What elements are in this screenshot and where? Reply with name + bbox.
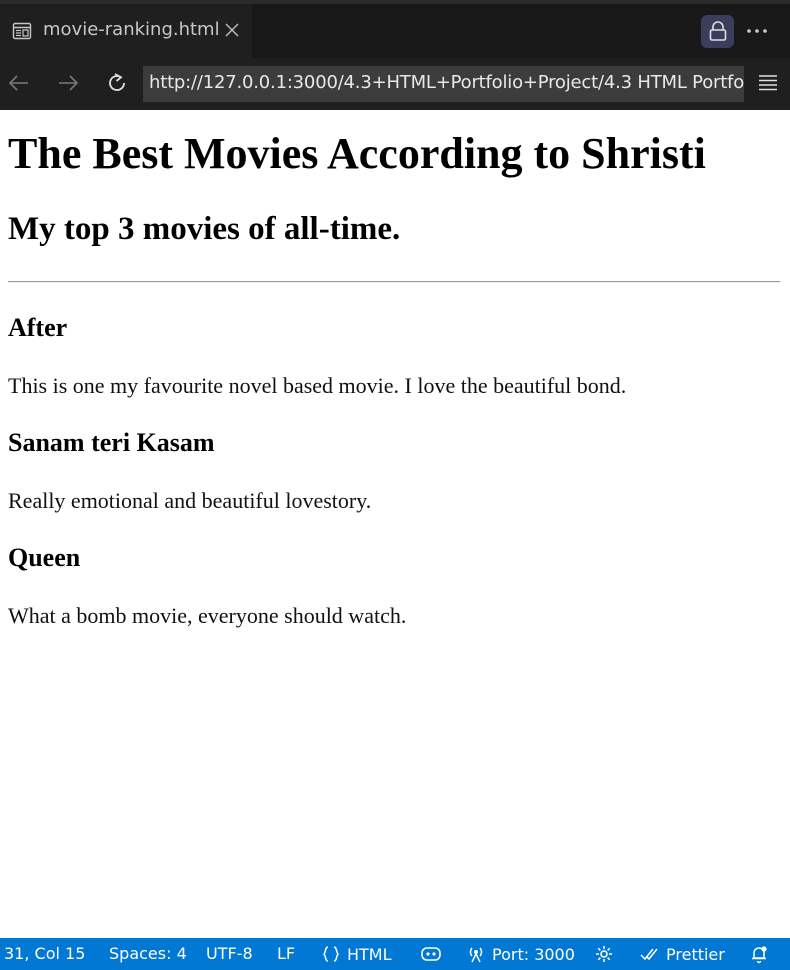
movie-title: Sanam teri Kasam bbox=[8, 428, 215, 457]
back-arrow-icon[interactable] bbox=[6, 70, 32, 96]
page-content: The Best Movies According to Shristi My … bbox=[0, 110, 790, 938]
url-text: http://127.0.0.1:3000/4.3+HTML+Portfolio… bbox=[149, 72, 744, 93]
indentation-label: Spaces: 4 bbox=[109, 944, 187, 963]
prettier-label: Prettier bbox=[666, 944, 725, 964]
notifications-button[interactable] bbox=[749, 944, 775, 964]
encoding-label: UTF-8 bbox=[206, 944, 253, 963]
page-title: The Best Movies According to Shristi bbox=[8, 129, 706, 178]
movie-title: Queen bbox=[8, 543, 81, 572]
close-icon[interactable] bbox=[222, 20, 242, 40]
status-bar: 31, Col 15 Spaces: 4 UTF-8 LF HTML Port:… bbox=[0, 938, 790, 970]
tab-bar: movie-ranking.html bbox=[0, 0, 790, 58]
movie-description: This is one my favourite novel based mov… bbox=[8, 373, 627, 398]
divider bbox=[8, 281, 780, 283]
page-subtitle: My top 3 movies of all-time. bbox=[8, 211, 401, 247]
double-check-icon bbox=[640, 948, 658, 961]
movie-description: What a bomb movie, everyone should watch… bbox=[8, 603, 407, 628]
reload-icon[interactable] bbox=[104, 70, 130, 96]
bell-icon bbox=[752, 946, 767, 964]
indentation-status[interactable]: Spaces: 4 bbox=[109, 944, 187, 963]
language-mode[interactable]: HTML bbox=[321, 944, 392, 964]
eol-label: LF bbox=[277, 944, 296, 963]
port-label: Port: 3000 bbox=[492, 944, 575, 964]
broadcast-icon bbox=[469, 947, 483, 963]
tab-movie-ranking[interactable]: movie-ranking.html bbox=[0, 4, 252, 58]
prettier-status[interactable]: Prettier bbox=[640, 944, 725, 964]
hamburger-menu-icon[interactable] bbox=[756, 70, 780, 96]
browser-window: movie-ranking.html http://127.0.0.1:3000… bbox=[0, 0, 790, 970]
encoding-status[interactable]: UTF-8 bbox=[206, 944, 253, 963]
braces-icon bbox=[322, 946, 340, 962]
language-label: HTML bbox=[347, 944, 392, 964]
preview-icon bbox=[12, 22, 32, 40]
lock-button[interactable] bbox=[701, 15, 734, 48]
cursor-position-label: 31, Col 15 bbox=[4, 944, 86, 963]
gear-icon bbox=[596, 946, 612, 962]
copilot-icon bbox=[421, 947, 441, 961]
lock-icon bbox=[709, 21, 727, 41]
eol-status[interactable]: LF bbox=[277, 944, 295, 963]
movie-title: After bbox=[8, 313, 68, 342]
cursor-position[interactable]: 31, Col 15 bbox=[0, 944, 85, 963]
live-server-port[interactable]: Port: 3000 bbox=[466, 944, 575, 964]
movie-description: Really emotional and beautiful lovestory… bbox=[8, 488, 372, 513]
more-actions-icon[interactable] bbox=[744, 17, 770, 45]
tab-title: movie-ranking.html bbox=[43, 19, 220, 40]
navigation-bar: http://127.0.0.1:3000/4.3+HTML+Portfolio… bbox=[0, 58, 790, 110]
url-field[interactable]: http://127.0.0.1:3000/4.3+HTML+Portfolio… bbox=[143, 66, 744, 102]
copilot-status[interactable] bbox=[420, 944, 448, 964]
extension-status[interactable] bbox=[594, 944, 620, 964]
forward-arrow-icon[interactable] bbox=[55, 70, 81, 96]
